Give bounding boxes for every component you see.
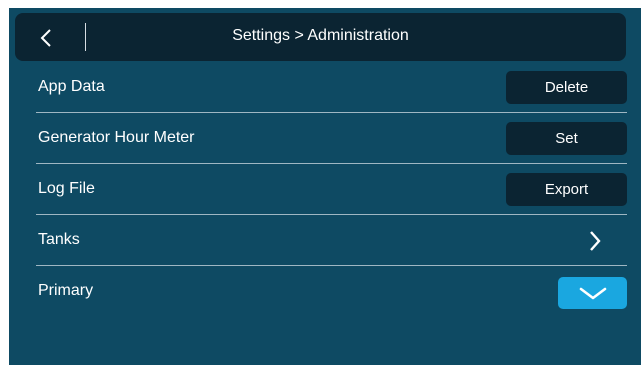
row-divider xyxy=(36,163,627,164)
row-app-data: App Data Delete xyxy=(23,63,627,113)
row-label-primary: Primary xyxy=(38,282,94,299)
row-generator-hour-meter: Generator Hour Meter Set xyxy=(23,114,627,164)
row-log-file: Log File Export xyxy=(23,165,627,215)
row-label-app-data: App Data xyxy=(38,78,105,95)
row-label-generator-hour-meter: Generator Hour Meter xyxy=(38,129,195,146)
primary-checkbox[interactable] xyxy=(558,277,627,309)
row-divider xyxy=(36,265,627,266)
row-divider xyxy=(36,112,627,113)
set-button[interactable]: Set xyxy=(506,122,627,155)
export-button[interactable]: Export xyxy=(506,173,627,206)
row-tanks[interactable]: Tanks xyxy=(23,216,627,266)
row-label-log-file: Log File xyxy=(38,180,95,197)
chevron-right-icon[interactable] xyxy=(588,229,602,253)
row-primary: Primary xyxy=(23,267,627,317)
header-bar: Settings > Administration xyxy=(15,13,626,61)
row-label-tanks: Tanks xyxy=(38,231,80,248)
checkmark-icon xyxy=(579,287,607,300)
delete-button[interactable]: Delete xyxy=(506,71,627,104)
page-title: Settings > Administration xyxy=(232,27,409,44)
row-divider xyxy=(36,214,627,215)
